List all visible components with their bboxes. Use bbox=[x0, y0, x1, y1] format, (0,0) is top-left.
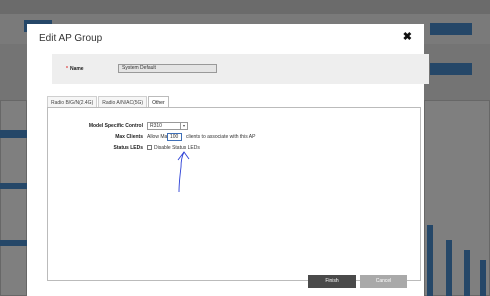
cancel-button[interactable]: Cancel bbox=[360, 275, 407, 288]
tab-radio-5g[interactable]: Radio A/N/AC(5G) bbox=[98, 96, 148, 107]
name-section: * Name System Default bbox=[52, 54, 429, 84]
close-icon[interactable]: ✖ bbox=[403, 32, 412, 43]
other-tab-panel: Model Specific Control R310 ▾ Max Client… bbox=[47, 107, 421, 281]
name-label-text: Name bbox=[69, 66, 84, 72]
pen-arrow-head bbox=[177, 151, 190, 161]
name-label: * Name bbox=[66, 66, 84, 72]
tab-radio-2-4g[interactable]: Radio B/G/N(2.4G) bbox=[47, 96, 98, 107]
required-marker: * bbox=[66, 66, 68, 72]
edit-ap-group-dialog: Edit AP Group ✖ * Name System Default Rad… bbox=[27, 24, 429, 296]
dialog-title: Edit AP Group bbox=[39, 33, 103, 44]
pen-annotation-arrow bbox=[177, 151, 190, 193]
finish-button[interactable]: Finish bbox=[308, 275, 356, 288]
name-field[interactable]: System Default bbox=[118, 64, 217, 73]
